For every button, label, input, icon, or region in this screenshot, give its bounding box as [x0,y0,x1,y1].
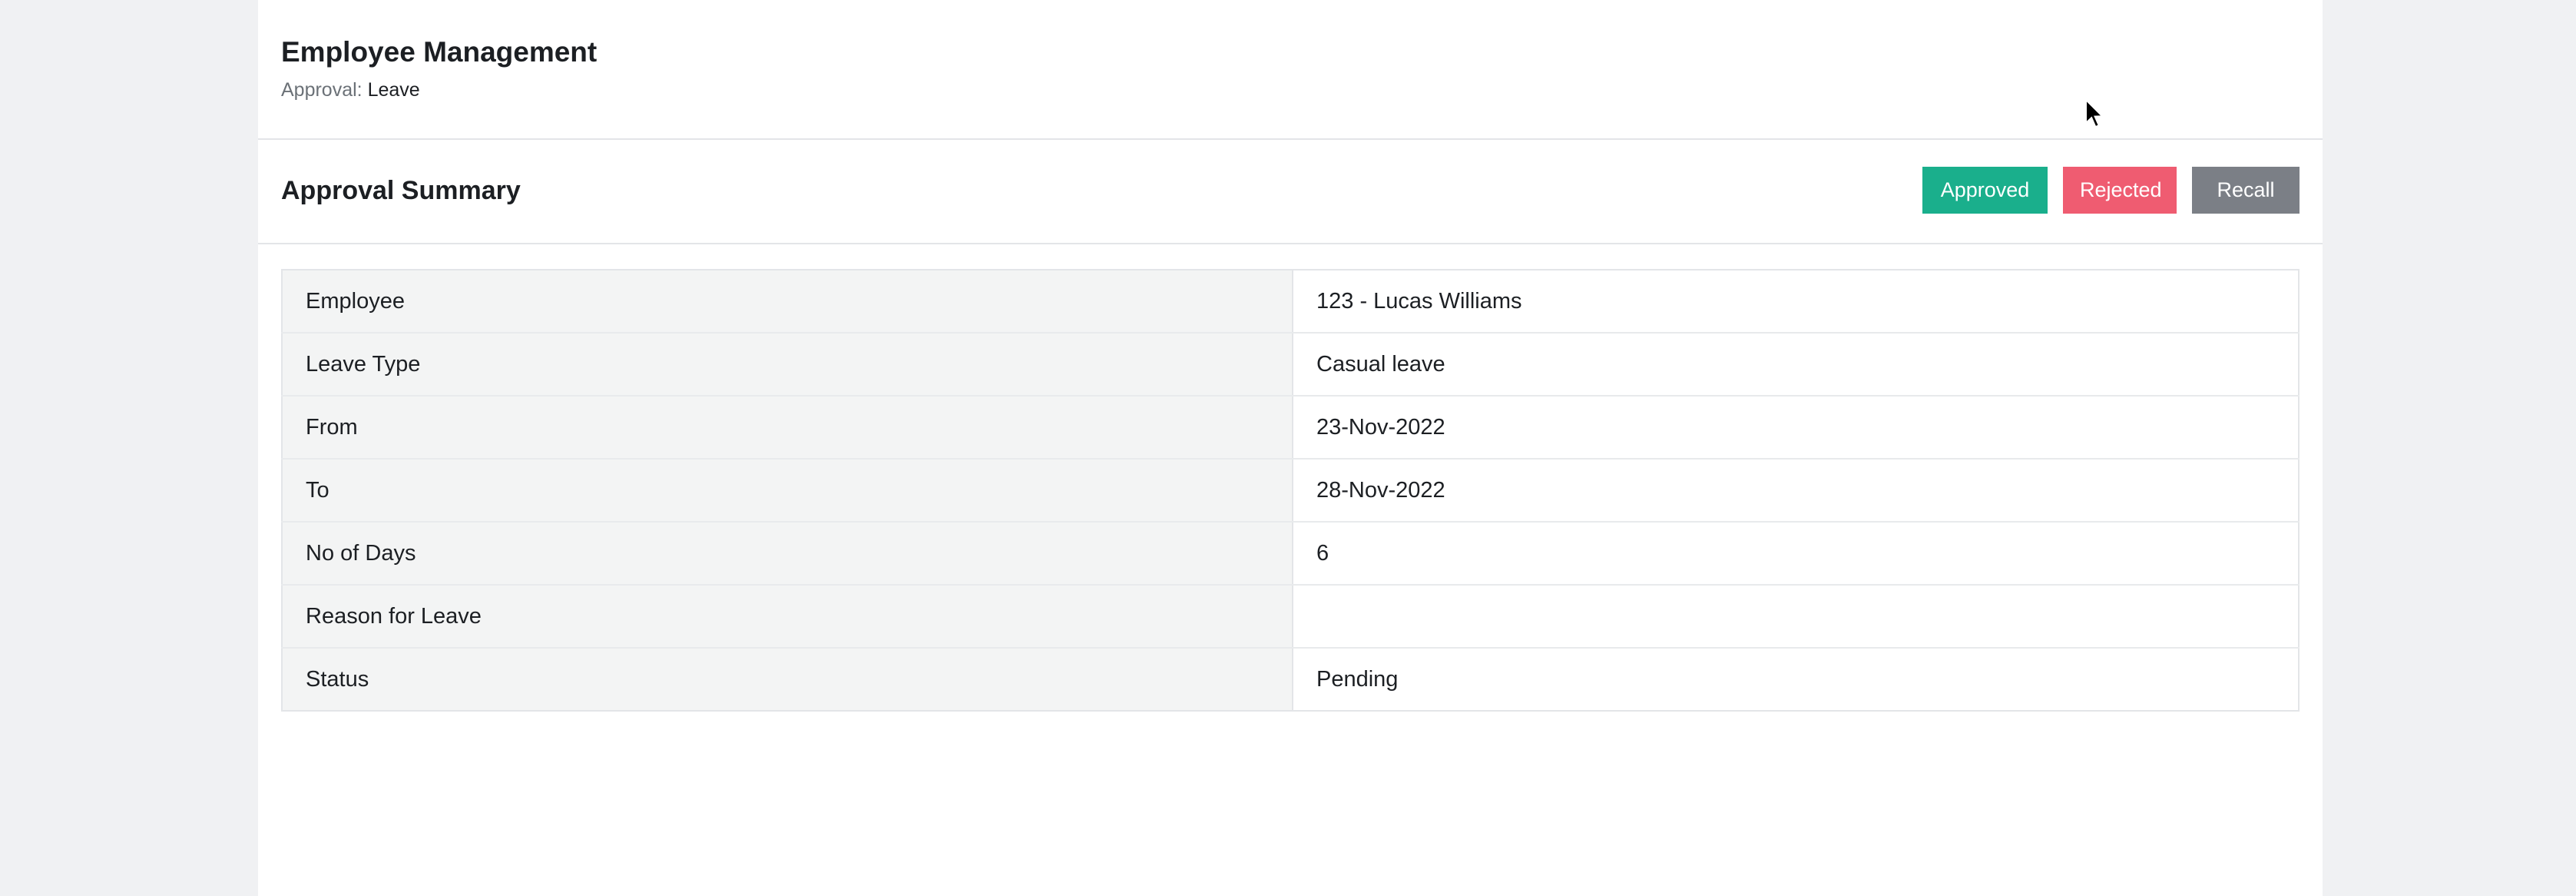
row-label: Reason for Leave [282,585,1293,649]
page-title: Employee Management [281,36,598,68]
row-value: Pending [1293,648,2299,711]
row-value: Casual leave [1293,333,2299,397]
row-value: 123 - Lucas Williams [1293,270,2299,334]
mouse-pointer-icon [2085,98,2104,128]
row-label: Status [282,648,1293,711]
table-row-to: To 28-Nov-2022 [282,459,2299,523]
main-panel: Employee Management Approval: Leave Appr… [258,0,2323,896]
row-value [1293,585,2299,649]
reject-button[interactable]: Rejected [2063,167,2177,214]
section-title: Approval Summary [281,176,521,205]
row-label: Employee [282,270,1293,334]
table-row-reason: Reason for Leave [282,585,2299,649]
table-row-from: From 23-Nov-2022 [282,396,2299,460]
breadcrumb-current: Leave [367,79,420,101]
row-label: From [282,396,1293,460]
approve-button[interactable]: Approved [1922,167,2048,214]
approval-summary-header: Approval Summary Approved Rejected Recal… [258,140,2323,244]
table-row-employee: Employee 123 - Lucas Williams [282,270,2299,334]
row-value: 6 [1293,522,2299,586]
breadcrumb-label: Approval: [281,79,363,101]
row-label: Leave Type [282,333,1293,397]
recall-button[interactable]: Recall [2192,167,2300,214]
page-header: Employee Management Approval: Leave [258,0,2323,140]
row-label: No of Days [282,522,1293,586]
table-row-leave-type: Leave Type Casual leave [282,333,2299,397]
table-row-no-of-days: No of Days 6 [282,522,2299,586]
row-label: To [282,459,1293,523]
summary-table: Employee 123 - Lucas Williams Leave Type… [281,269,2300,712]
row-value: 23-Nov-2022 [1293,396,2299,460]
breadcrumb: Approval: Leave [281,78,2323,101]
row-value: 28-Nov-2022 [1293,459,2299,523]
action-buttons: Approved Rejected Recall [1922,167,2300,214]
table-row-status: Status Pending [282,648,2299,711]
